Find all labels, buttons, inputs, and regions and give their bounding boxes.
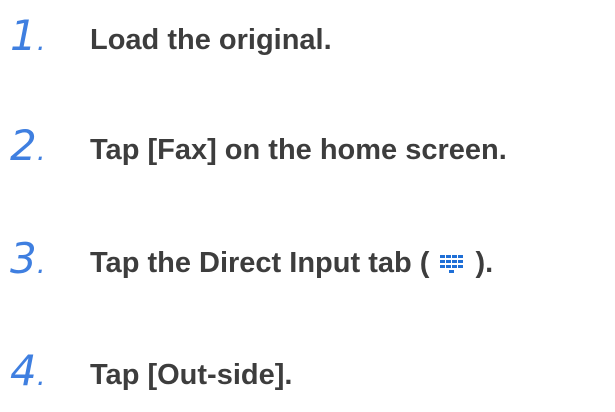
- step-text: Tap [Out-side].: [90, 359, 293, 391]
- step-digit: 4: [10, 346, 37, 395]
- step-4: 4. Tap [Out-side].: [0, 345, 615, 405]
- step-dot: .: [36, 24, 46, 57]
- step-text: Tap the Direct Input tab ( ).: [90, 245, 493, 281]
- step-dot: .: [36, 134, 46, 167]
- step-number: 2.: [10, 120, 46, 177]
- step-text: Load the original.: [90, 24, 332, 56]
- instruction-steps: 1. Load the original. 2. Tap [Fax] on th…: [0, 0, 615, 412]
- keypad-icon: [440, 255, 464, 273]
- step-text-after: ).: [467, 247, 494, 279]
- step-dot: .: [36, 359, 46, 392]
- step-2: 2. Tap [Fax] on the home screen.: [0, 120, 615, 180]
- step-text: Tap [Fax] on the home screen.: [90, 134, 507, 166]
- step-number: 1.: [10, 10, 46, 67]
- step-digit: 1: [10, 11, 37, 60]
- step-dot: .: [36, 247, 46, 280]
- step-3: 3. Tap the Direct Input tab ().: [0, 233, 615, 293]
- step-text-before: Tap the Direct Input tab (: [90, 247, 438, 279]
- step-number: 3.: [10, 233, 46, 290]
- step-digit: 2: [10, 121, 37, 170]
- step-number: 4.: [10, 345, 46, 402]
- step-1: 1. Load the original.: [0, 10, 615, 70]
- step-digit: 3: [10, 234, 37, 283]
